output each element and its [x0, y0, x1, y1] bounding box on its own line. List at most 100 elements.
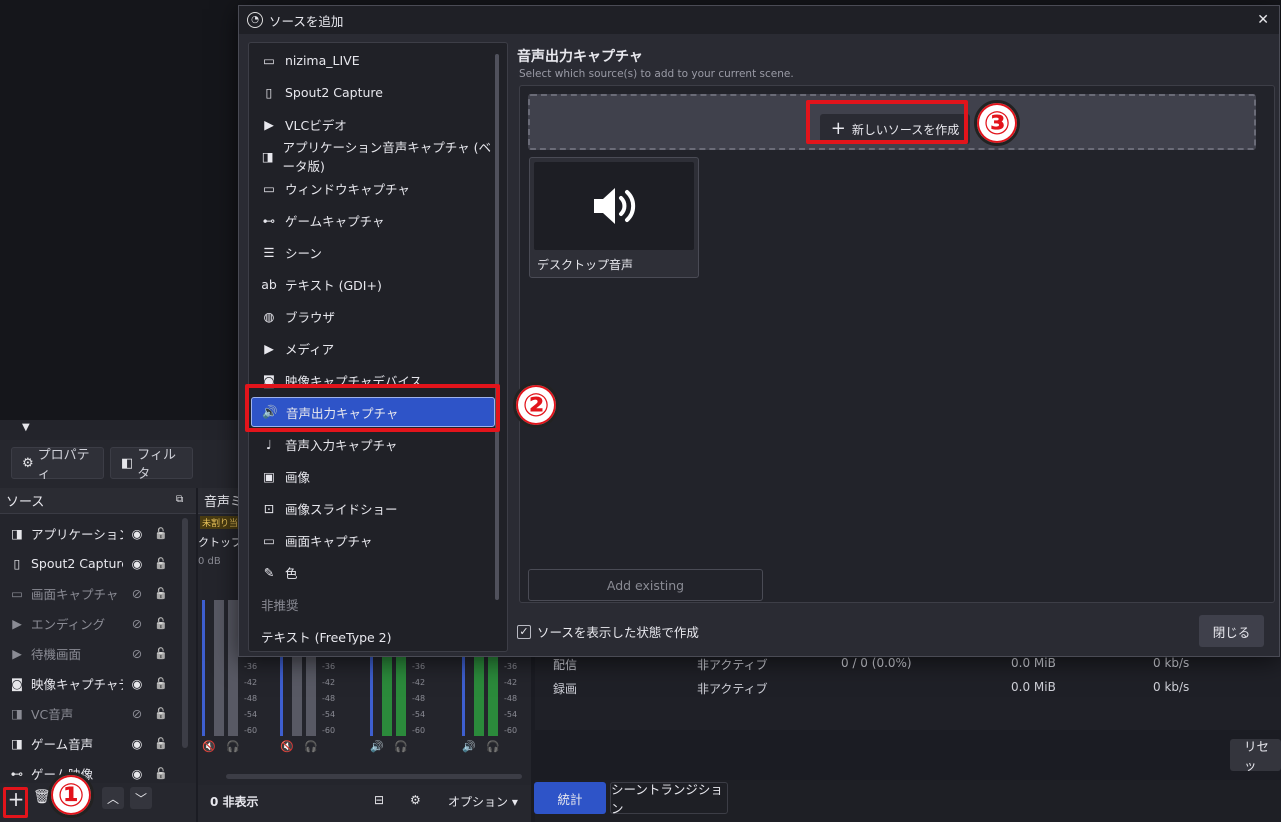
eye-icon[interactable]: ◉ [128, 675, 146, 691]
muted-speaker-icon[interactable]: 🔇 [280, 740, 294, 753]
source-type-item[interactable]: ▶ メディア [251, 333, 495, 363]
layout-icon[interactable]: ⊟ [374, 793, 384, 807]
eye-hidden-icon[interactable]: ⊘ [128, 585, 146, 601]
dialog-titlebar: ◔ ソースを追加 ✕ [239, 6, 1279, 34]
eye-hidden-icon[interactable]: ⊘ [128, 705, 146, 721]
move-up-icon[interactable]: ︿ [102, 787, 124, 809]
eye-hidden-icon[interactable]: ⊘ [128, 615, 146, 631]
source-row[interactable]: ◨ アプリケーション音声 ◉ 🔓 [0, 518, 180, 548]
eye-icon[interactable]: ◉ [128, 525, 146, 541]
dropdown-arrow-icon[interactable]: ▼ [22, 422, 30, 433]
headphones-icon[interactable]: 🎧 [304, 740, 318, 753]
stat-cell: 非アクティブ [697, 682, 768, 696]
lock-icon[interactable]: 🔓 [154, 675, 168, 691]
reset-button[interactable]: リセッ [1230, 739, 1281, 773]
mixer-db: 0 dB [198, 556, 221, 567]
source-name: アプリケーション音声 [31, 526, 123, 542]
source-row[interactable]: ▶ エンディング ⊘ 🔓 [0, 608, 180, 638]
source-list-scrollbar[interactable] [495, 54, 499, 600]
source-row[interactable]: ◨ ゲーム音声 ◉ 🔓 [0, 728, 180, 758]
source-type-item[interactable]: ☰ シーン [251, 237, 495, 267]
visible-checkbox-row[interactable]: ✓ ソースを表示した状態で作成 [517, 622, 699, 641]
meter-tick: -54 [322, 710, 336, 719]
meter-tick: -54 [412, 710, 426, 719]
level-meter [214, 600, 224, 736]
sources-title: ソース [6, 495, 45, 510]
eye-hidden-icon[interactable]: ⊘ [128, 645, 146, 661]
play-icon: ▶ [12, 645, 22, 661]
headphones-icon[interactable]: 🎧 [226, 740, 240, 753]
eye-icon[interactable]: ◉ [128, 735, 146, 751]
source-type-item[interactable]: ⊡ 画像スライドショー [251, 493, 495, 523]
source-type-item[interactable]: テキスト (FreeType 2) [251, 621, 495, 651]
existing-source-tile[interactable]: デスクトップ音声 [529, 157, 699, 278]
close-icon[interactable]: ✕ [1257, 12, 1269, 28]
source-type-item[interactable]: ▣ 画像 [251, 461, 495, 491]
meter-tick: -60 [504, 726, 518, 735]
volume-slider[interactable] [202, 600, 205, 736]
stat-cell: 0.0 MiB [1011, 680, 1056, 694]
visible-checkbox[interactable]: ✓ [517, 624, 531, 639]
eye-icon[interactable]: ◉ [128, 555, 146, 571]
source-type-item[interactable]: ▶ VLCビデオ [251, 109, 495, 139]
properties-button[interactable]: ⚙ プロパティ [11, 447, 104, 482]
meter-tick: -48 [504, 694, 518, 703]
sources-footer: + 🗑 ⚙ ︿ ﹀ [0, 783, 196, 822]
source-row[interactable]: ▯ Spout2 Capture ◉ 🔓 [0, 548, 180, 578]
eye-icon[interactable]: ◉ [128, 765, 146, 781]
meter-tick: -36 [412, 662, 426, 671]
lock-icon[interactable]: 🔓 [154, 555, 168, 571]
source-type-item[interactable]: ◨ アプリケーション音声キャプチャ (ベータ版) [251, 140, 495, 174]
source-row[interactable]: ◨ VC音声 ⊘ 🔓 [0, 698, 180, 728]
lock-icon[interactable]: 🔓 [154, 735, 168, 751]
source-type-label: シーン [285, 245, 322, 261]
source-name: ゲーム音声 [31, 736, 94, 752]
source-type-item[interactable]: ⊷ ゲームキャプチャ [251, 205, 495, 235]
window-icon: ▭ [263, 52, 275, 68]
source-row[interactable]: ▶ 待機画面 ⊘ 🔓 [0, 638, 180, 668]
sources-scrollbar[interactable] [182, 518, 188, 748]
source-type-item[interactable]: ◍ ブラウザ [251, 301, 495, 331]
lock-icon[interactable]: 🔓 [154, 585, 168, 601]
source-type-item[interactable]: ▭ nizima_LIVE [251, 45, 495, 75]
meter-tick: -36 [322, 662, 336, 671]
headphones-icon[interactable]: 🎧 [394, 740, 408, 753]
close-button[interactable]: 閉じる [1199, 615, 1264, 647]
muted-speaker-icon[interactable]: 🔇 [202, 740, 216, 753]
source-type-item[interactable]: ✎ 色 [251, 557, 495, 587]
move-down-icon[interactable]: ﹀ [130, 787, 152, 809]
step1-highlight [3, 787, 28, 818]
source-row[interactable]: ▭ 画面キャプチャ ⊘ 🔓 [0, 578, 180, 608]
add-existing-button[interactable]: Add existing [528, 569, 763, 601]
stat-cell: 録画 [553, 682, 578, 696]
mixer-scrollbar[interactable] [226, 774, 522, 779]
tab-scene-transition[interactable]: シーントランジション [610, 782, 728, 816]
existing-source-name: デスクトップ音声 [537, 258, 634, 272]
source-type-item[interactable]: ▭ ウィンドウキャプチャ [251, 173, 495, 203]
tab-stats[interactable]: 統計 [534, 782, 606, 814]
meter-tick: -60 [412, 726, 426, 735]
lock-icon[interactable]: 🔓 [154, 645, 168, 661]
filters-button[interactable]: ◧ フィルタ [110, 447, 193, 482]
source-row[interactable]: ◙ 映像キャプチャデバイス ◉ 🔓 [0, 668, 180, 698]
undock-icon[interactable]: ⧉ [176, 494, 183, 505]
file-icon: ▯ [13, 555, 21, 571]
speaker-icon[interactable]: 🔊 [370, 740, 384, 753]
source-type-item[interactable]: ▭ 画面キャプチャ [251, 525, 495, 555]
source-type-item[interactable]: ab テキスト (GDI+) [251, 269, 495, 299]
meter-tick: -60 [322, 726, 336, 735]
lock-icon[interactable]: 🔓 [154, 615, 168, 631]
speaker-icon[interactable]: 🔊 [462, 740, 476, 753]
options-button[interactable]: オプション ▾ [448, 793, 518, 810]
lock-icon[interactable]: 🔓 [154, 705, 168, 721]
source-type-item[interactable]: ▯ Spout2 Capture [251, 77, 495, 107]
lock-icon[interactable]: 🔓 [154, 525, 168, 541]
source-type-label: 画面キャプチャ [285, 533, 373, 549]
source-type-item[interactable]: ♩ 音声入力キャプチャ [251, 429, 495, 459]
gear-icon[interactable]: ⚙ [410, 793, 421, 807]
level-meter [228, 600, 238, 736]
lock-icon[interactable]: 🔓 [154, 765, 168, 781]
stat-cell: 0 / 0 (0.0%) [841, 656, 912, 670]
app-audio-icon: ◨ [11, 735, 23, 751]
headphones-icon[interactable]: 🎧 [486, 740, 500, 753]
